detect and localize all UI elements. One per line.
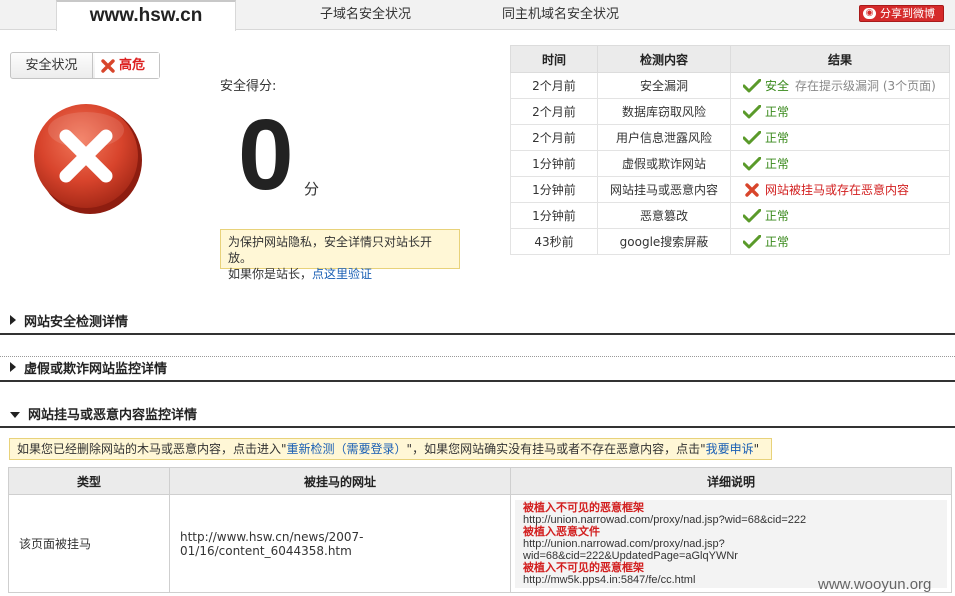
detail-url-cont: wid=68&cid=222&UpdatedPage=aGlqYWNr [523, 549, 738, 562]
result-text: 正常 [765, 209, 790, 223]
table-row: 1分钟前 虚假或欺诈网站 正常 [510, 150, 950, 177]
col-details: 详细说明 [510, 467, 952, 495]
high-risk-x-icon [34, 104, 142, 214]
security-status-badge: 安全状况 高危 [10, 52, 160, 79]
result-text: 正常 [765, 105, 790, 119]
notice-text: 为保护网站隐私，安全详情只对站长开放。 [228, 235, 433, 265]
check-icon [743, 235, 761, 249]
cell-item: 网站挂马或恶意内容 [597, 176, 731, 203]
detail-title: 被植入恶意文件 [523, 525, 600, 538]
cell-result: 网站被挂马或存在恶意内容 [730, 176, 950, 203]
result-text: 网站被挂马或存在恶意内容 [765, 183, 910, 197]
section-title: 网站安全检测详情 [24, 315, 129, 330]
score-unit: 分 [304, 180, 320, 198]
col-result: 结果 [730, 45, 950, 73]
share-label: 分享到微博 [880, 7, 935, 20]
cell-time: 1分钟前 [510, 176, 598, 203]
appeal-link[interactable]: 我要申诉 [706, 442, 754, 456]
tab-domain[interactable]: www.hsw.cn [56, 0, 236, 31]
section-malware-details[interactable]: 网站挂马或恶意内容监控详情 [0, 406, 955, 428]
tab-subdomain-security[interactable]: 子域名安全状况 [320, 0, 411, 30]
cell-time: 2个月前 [510, 98, 598, 125]
notice-text-2: 如果你是站长， [228, 267, 313, 281]
col-time: 时间 [510, 45, 598, 73]
cell-time: 1分钟前 [510, 150, 598, 177]
result-text: 安全 [765, 79, 790, 93]
verify-link[interactable]: 点这里验证 [312, 267, 372, 281]
status-level: 高危 [119, 58, 146, 73]
malware-detail-table: 类型 被挂马的网址 详细说明 该页面被挂马 http://www.hsw.cn/… [8, 467, 952, 593]
detail-url: http://union.narrowad.com/proxy/nad.jsp?… [523, 513, 807, 526]
weibo-icon: ◉ [863, 8, 876, 19]
table-row: 1分钟前 恶意篡改 正常 [510, 202, 950, 229]
cell-time: 2个月前 [510, 124, 598, 151]
check-icon [743, 157, 761, 171]
table-row: 2个月前 用户信息泄露风险 正常 [510, 124, 950, 151]
table-row: 该页面被挂马 http://www.hsw.cn/news/2007-01/16… [8, 494, 952, 593]
result-text: 正常 [765, 157, 790, 171]
result-hint: 存在提示级漏洞 (3个页面) [795, 79, 936, 93]
col-infected-url: 被挂马的网址 [169, 467, 511, 495]
cell-result: 正常 [730, 150, 950, 177]
results-table: 时间 检测内容 结果 2个月前 安全漏洞 安全 存在提示级漏洞 (3个页面) 2个月前数… [510, 45, 950, 255]
check-icon [743, 79, 761, 93]
cell-result: 正常 [730, 202, 950, 229]
section-title: 虚假或欺诈网站监控详情 [24, 362, 168, 377]
result-text: 正常 [765, 235, 790, 249]
detail-title: 被植入不可见的恶意框架 [523, 501, 644, 514]
section-site-security-details[interactable]: 网站安全检测详情 [0, 313, 955, 335]
expand-arrow-icon [10, 362, 16, 372]
col-item: 检测内容 [597, 45, 731, 73]
status-value: 高危 [95, 53, 159, 78]
cell-time: 1分钟前 [510, 202, 598, 229]
detail-title: 被植入不可见的恶意框架 [523, 561, 644, 574]
expand-arrow-icon [10, 315, 16, 325]
cell-result: 正常 [730, 98, 950, 125]
info-text: 如果您已经删除网站的木马或恶意内容，点击进入" [17, 442, 287, 456]
cell-type: 该页面被挂马 [8, 494, 170, 593]
recheck-appeal-bar: 如果您已经删除网站的木马或恶意内容，点击进入"重新检测（需要登录）"，如果您网站… [9, 438, 772, 460]
check-icon [743, 131, 761, 145]
cell-item: 恶意篡改 [597, 202, 731, 229]
score-value: 0 [238, 99, 294, 211]
cell-item: 用户信息泄露风险 [597, 124, 731, 151]
table-row: 43秒前 google搜索屏蔽 正常 [510, 228, 950, 255]
check-icon [743, 105, 761, 119]
table-row: 1分钟前 网站挂马或恶意内容 网站被挂马或存在恶意内容 [510, 176, 950, 203]
detail-url: http://union.narrowad.com/proxy/nad.jsp? [523, 537, 725, 550]
info-text: " [753, 442, 760, 456]
info-text: "，如果您网站确实没有挂马或者不存在恶意内容，点击" [406, 442, 706, 456]
owner-verify-notice: 为保护网站隐私，安全详情只对站长开放。 如果你是站长，点这里验证 [220, 229, 460, 281]
cell-item: 安全漏洞 [597, 72, 731, 99]
divider [0, 356, 955, 357]
check-icon [743, 209, 761, 223]
col-type: 类型 [8, 467, 170, 495]
danger-x-icon [101, 59, 115, 73]
cell-item: 虚假或欺诈网站 [597, 150, 731, 177]
table-row: 2个月前 数据库窃取风险 正常 [510, 98, 950, 125]
table-row: 2个月前 安全漏洞 安全 存在提示级漏洞 (3个页面) [510, 72, 950, 99]
cell-infected-url: http://www.hsw.cn/news/2007-01/16/conten… [169, 494, 511, 593]
cell-time: 2个月前 [510, 72, 598, 99]
cell-item: 数据库窃取风险 [597, 98, 731, 125]
danger-x-icon [743, 183, 761, 197]
score-label: 安全得分: [220, 79, 277, 94]
tab-same-host-security[interactable]: 同主机域名安全状况 [502, 0, 619, 30]
cell-result: 正常 [730, 228, 950, 255]
result-text: 正常 [765, 131, 790, 145]
watermark: www.wooyun.org [818, 576, 932, 593]
top-tab-bar: www.hsw.cn 子域名安全状况 同主机域名安全状况 ◉ 分享到微博 [0, 0, 955, 31]
detail-box: 被植入不可见的恶意框架 http://union.narrowad.com/pr… [515, 499, 947, 588]
section-fraud-site-details[interactable]: 虚假或欺诈网站监控详情 [0, 360, 955, 382]
recheck-link[interactable]: 重新检测（需要登录） [287, 442, 407, 456]
cell-item: google搜索屏蔽 [597, 228, 731, 255]
cell-time: 43秒前 [510, 228, 598, 255]
cell-result: 正常 [730, 124, 950, 151]
collapse-arrow-icon [10, 412, 20, 418]
section-title: 网站挂马或恶意内容监控详情 [28, 408, 198, 423]
share-to-weibo-button[interactable]: ◉ 分享到微博 [859, 5, 944, 22]
status-label: 安全状况 [11, 53, 93, 78]
cell-result: 安全 存在提示级漏洞 (3个页面) [730, 72, 950, 99]
